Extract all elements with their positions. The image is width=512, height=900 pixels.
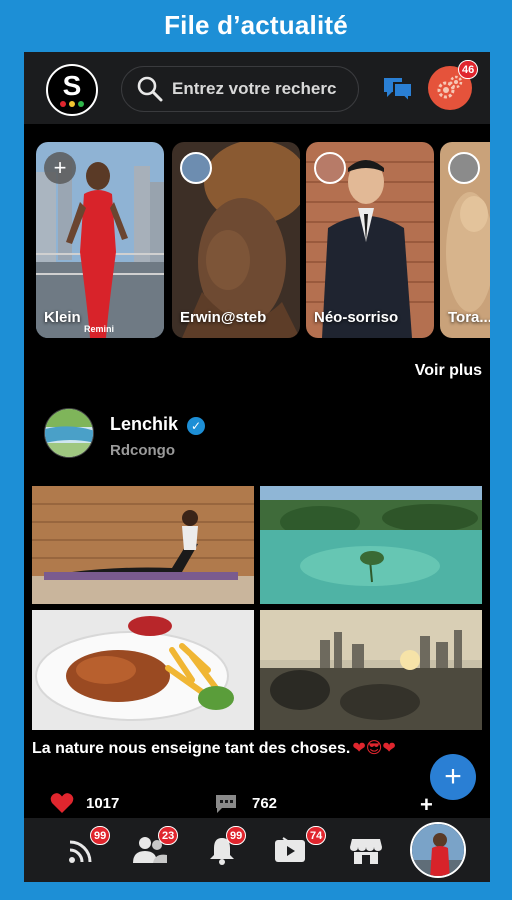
story-card[interactable]: Néo-sorriso: [306, 142, 434, 338]
heart-icon: [50, 793, 74, 813]
post-author-avatar[interactable]: [44, 408, 94, 458]
story-author-avatar: [448, 152, 480, 184]
post-caption: La nature nous enseigne tant des choses.…: [32, 738, 396, 758]
friends-badge: 23: [158, 826, 179, 845]
post-photo-yoga[interactable]: [32, 486, 254, 604]
feed-badge: 99: [90, 826, 111, 845]
search-input[interactable]: [172, 79, 357, 99]
post-stats: 1017 762 +: [24, 792, 490, 820]
story-name: Tora...: [448, 309, 490, 326]
notification-count-badge: 46: [458, 60, 479, 79]
app-logo[interactable]: S: [46, 64, 98, 116]
notifications-badge: 99: [226, 826, 247, 845]
post-caption-text: La nature nous enseigne tant des choses.: [32, 740, 351, 757]
top-bar: S 46: [24, 52, 490, 124]
video-icon: [275, 837, 305, 862]
story-name: Néo-sorriso: [314, 309, 399, 326]
share-button[interactable]: +: [420, 792, 433, 818]
search-icon: [137, 76, 163, 102]
logo-letter: S: [62, 70, 82, 101]
nav-marketplace[interactable]: [346, 832, 386, 868]
post-photo-lagoon[interactable]: [260, 486, 482, 604]
story-name: Klein: [44, 309, 81, 326]
nav-profile-avatar[interactable]: [410, 822, 466, 878]
post-photo-sunset[interactable]: [260, 610, 482, 730]
videos-badge: 74: [306, 826, 327, 845]
search-bar[interactable]: [121, 66, 359, 112]
post-photo-grid: [32, 486, 482, 730]
share-icon: +: [420, 792, 433, 817]
story-name: Erwin@steb: [180, 309, 267, 326]
story-card[interactable]: Tora...: [440, 142, 490, 338]
stories-strip: + Klein Remini Erwin@steb Néo-sorriso To…: [24, 142, 490, 338]
messages-icon[interactable]: [380, 74, 416, 109]
comment-button[interactable]: 762: [214, 792, 277, 814]
story-card[interactable]: Erwin@steb: [172, 142, 300, 338]
verified-check-icon: ✓: [187, 417, 205, 435]
store-icon: [350, 839, 382, 864]
app-screen: S 46: [24, 52, 490, 882]
bottom-navigation: 99 23 99 74: [24, 818, 490, 882]
comment-count: 762: [252, 794, 278, 812]
add-story-icon[interactable]: +: [44, 152, 76, 184]
story-card[interactable]: + Klein Remini: [36, 142, 164, 338]
story-author-avatar: [314, 152, 346, 184]
story-author-avatar: [180, 152, 212, 184]
nav-videos[interactable]: [270, 832, 310, 868]
post-caption-emojis: ❤😎❤: [352, 740, 396, 757]
see-more-link[interactable]: Voir plus: [415, 362, 482, 380]
post-header: Lenchik ✓ Rdcongo: [44, 408, 464, 464]
like-button[interactable]: 1017: [50, 792, 119, 814]
logo-dots: [60, 101, 84, 107]
post-photo-food[interactable]: [32, 610, 254, 730]
post-location: Rdcongo: [110, 442, 175, 459]
comment-icon: [216, 795, 236, 813]
page-banner-title: File d’actualité: [164, 9, 348, 40]
post-author-name[interactable]: Lenchik: [110, 414, 178, 435]
gears-icon: [437, 75, 463, 99]
like-count: 1017: [86, 794, 120, 812]
story-tag: Remini: [84, 324, 115, 334]
